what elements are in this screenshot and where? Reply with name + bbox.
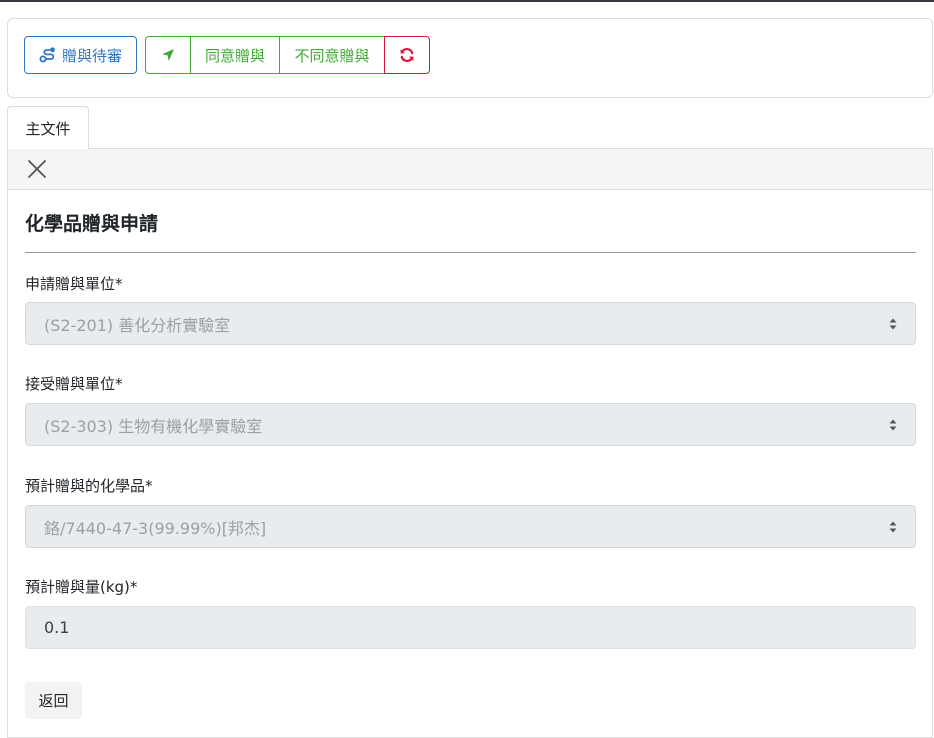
quantity-value: 0.1	[44, 618, 70, 637]
quantity-input[interactable]: 0.1	[25, 606, 916, 649]
chemical-select[interactable]: 鉻/7440-47-3(99.99%)[邦杰]	[25, 505, 916, 548]
refresh-button[interactable]	[384, 36, 430, 74]
applicant-unit-value: (S2-201) 善化分析實驗室	[44, 315, 231, 335]
approval-button-group: 同意贈與 不同意贈與	[145, 36, 430, 74]
title-divider	[25, 252, 916, 253]
pending-gift-button[interactable]: 贈與待審	[24, 36, 137, 74]
recipient-unit-select[interactable]: (S2-303) 生物有機化學實驗室	[25, 403, 916, 446]
top-rule	[0, 0, 934, 2]
chemical-label: 預計贈與的化學品*	[25, 477, 153, 495]
panel-header	[8, 149, 932, 190]
applicant-unit-label: 申請贈與單位*	[25, 275, 123, 293]
form-panel: 化學品贈與申請 申請贈與單位* (S2-201) 善化分析實驗室 接受贈與單位*…	[7, 148, 933, 738]
tab-main-document[interactable]: 主文件	[7, 106, 89, 149]
sort-caret-icon	[889, 521, 897, 533]
recipient-unit-value: (S2-303) 生物有機化學實驗室	[44, 416, 263, 436]
send-button[interactable]	[145, 36, 191, 74]
pending-gift-label: 贈與待審	[61, 46, 122, 65]
applicant-unit-select[interactable]: (S2-201) 善化分析實驗室	[25, 302, 916, 345]
quantity-label: 預計贈與量(kg)*	[25, 578, 138, 596]
route-icon	[39, 47, 55, 63]
sort-caret-icon	[889, 318, 897, 330]
refresh-icon	[400, 48, 414, 62]
sort-caret-icon	[889, 419, 897, 431]
chemical-value: 鉻/7440-47-3(99.99%)[邦杰]	[44, 518, 267, 538]
reject-gift-button[interactable]: 不同意贈與	[279, 36, 385, 74]
agree-gift-button[interactable]: 同意贈與	[190, 36, 280, 74]
recipient-unit-label: 接受贈與單位*	[25, 375, 123, 393]
tab-main-document-label: 主文件	[25, 119, 71, 138]
back-button[interactable]: 返回	[25, 682, 82, 719]
location-arrow-icon	[162, 49, 174, 61]
form-title: 化學品贈與申請	[25, 213, 159, 235]
toolbar: 贈與待審 同意贈與 不同意贈與	[7, 18, 933, 98]
close-icon[interactable]	[26, 158, 48, 180]
